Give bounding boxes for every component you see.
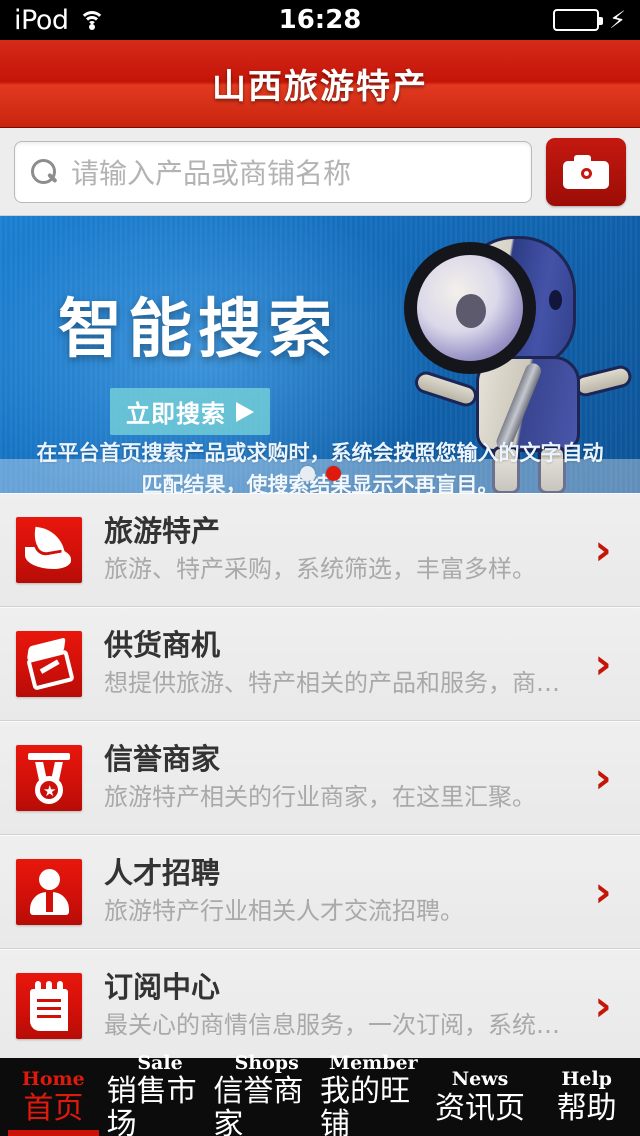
list-item[interactable]: 供货商机 想提供旅游、特产相关的产品和服务，商… › bbox=[0, 607, 640, 721]
clock-label: 16:28 bbox=[278, 5, 362, 35]
tab-news-en: News bbox=[451, 1068, 509, 1091]
category-list: 旅游特产 旅游、特产采购，系统筛选，丰富多样。 › 供货商机 想提供旅游、特产相… bbox=[0, 493, 640, 1063]
search-bar: 请输入产品或商铺名称 bbox=[0, 128, 640, 216]
list-item-text: 旅游特产 旅游、特产采购，系统筛选，丰富多样。 bbox=[104, 513, 576, 584]
box-icon bbox=[16, 630, 82, 697]
tab-help-en: Help bbox=[561, 1068, 612, 1091]
list-item-text: 人才招聘 旅游特产行业相关人才交流招聘。 bbox=[104, 855, 576, 926]
status-right: ⚡ bbox=[553, 8, 626, 32]
banner-title: 智能搜索 bbox=[58, 293, 338, 367]
bottom-tab-bar: Home 首页 Sale 销售市场 Shops 信誉商家 Member 我的旺铺… bbox=[0, 1052, 640, 1136]
tab-member-cn: 我的旺铺 bbox=[320, 1074, 411, 1136]
notepad-icon bbox=[16, 972, 82, 1039]
banner-dot-1[interactable] bbox=[299, 466, 315, 481]
banner-cta-button[interactable]: 立即搜索 bbox=[110, 388, 270, 435]
list-item-subtitle: 旅游特产行业相关人才交流招聘。 bbox=[104, 897, 464, 926]
leaf-icon bbox=[16, 516, 82, 583]
tab-help-cn: 帮助 bbox=[556, 1090, 617, 1126]
list-item-text: 信誉商家 旅游特产相关的行业商家，在这里汇聚。 bbox=[104, 741, 576, 812]
arrow-right-icon bbox=[236, 401, 254, 422]
tab-home[interactable]: Home 首页 bbox=[0, 1058, 107, 1136]
chevron-right-icon: › bbox=[594, 980, 612, 1030]
list-item[interactable]: 旅游特产 旅游、特产采购，系统筛选，丰富多样。 › bbox=[0, 493, 640, 607]
app-header: 山西旅游特产 bbox=[0, 40, 640, 128]
search-input[interactable]: 请输入产品或商铺名称 bbox=[14, 140, 532, 203]
camera-icon bbox=[563, 154, 609, 189]
tab-news[interactable]: News 资讯页 bbox=[427, 1058, 534, 1136]
camera-search-button[interactable] bbox=[546, 137, 626, 206]
banner-page-dots bbox=[0, 466, 640, 481]
tab-home-en: Home bbox=[21, 1068, 85, 1091]
tab-member-en: Member bbox=[329, 1051, 418, 1074]
tab-sale-cn: 销售市场 bbox=[106, 1074, 197, 1136]
list-item[interactable]: 订阅中心 最关心的商情信息服务，一次订阅，系统… › bbox=[0, 949, 640, 1063]
chevron-right-icon: › bbox=[594, 524, 612, 574]
search-icon bbox=[31, 158, 57, 185]
tab-sale-en: Sale bbox=[137, 1051, 183, 1074]
page-title: 山西旅游特产 bbox=[212, 67, 428, 107]
list-item-text: 订阅中心 最关心的商情信息服务，一次订阅，系统… bbox=[104, 969, 576, 1040]
list-item-title: 供货商机 bbox=[104, 627, 221, 662]
list-item[interactable]: ★ 信誉商家 旅游特产相关的行业商家，在这里汇聚。 › bbox=[0, 721, 640, 835]
status-bar: iPod 16:28 ⚡ bbox=[0, 0, 640, 40]
tab-shops-en: Shops bbox=[234, 1051, 299, 1074]
list-item-title: 人才招聘 bbox=[104, 855, 221, 890]
chevron-right-icon: › bbox=[594, 752, 612, 802]
tab-member[interactable]: Member 我的旺铺 bbox=[320, 1052, 427, 1136]
user-icon bbox=[16, 858, 82, 925]
list-item-subtitle: 想提供旅游、特产相关的产品和服务，商… bbox=[104, 669, 560, 698]
tab-news-cn: 资讯页 bbox=[435, 1090, 526, 1126]
list-item-text: 供货商机 想提供旅游、特产相关的产品和服务，商… bbox=[104, 627, 576, 698]
banner-cta-label: 立即搜索 bbox=[126, 400, 226, 428]
tab-active-indicator bbox=[8, 1130, 99, 1136]
list-item-subtitle: 旅游、特产采购，系统筛选，丰富多样。 bbox=[104, 555, 536, 584]
list-item-title: 信誉商家 bbox=[104, 741, 221, 776]
banner-dot-2-active[interactable] bbox=[325, 466, 341, 481]
charging-bolt-icon: ⚡ bbox=[609, 6, 626, 34]
list-item[interactable]: 人才招聘 旅游特产行业相关人才交流招聘。 › bbox=[0, 835, 640, 949]
tab-shops-cn: 信誉商家 bbox=[213, 1074, 304, 1136]
search-placeholder: 请输入产品或商铺名称 bbox=[71, 156, 352, 190]
chevron-right-icon: › bbox=[594, 866, 612, 916]
medal-icon: ★ bbox=[16, 744, 82, 811]
list-item-subtitle: 最关心的商情信息服务，一次订阅，系统… bbox=[104, 1011, 560, 1040]
list-item-title: 订阅中心 bbox=[104, 969, 221, 1004]
tab-help[interactable]: Help 帮助 bbox=[533, 1058, 640, 1136]
list-item-subtitle: 旅游特产相关的行业商家，在这里汇聚。 bbox=[104, 783, 536, 812]
tab-sale[interactable]: Sale 销售市场 bbox=[106, 1052, 214, 1136]
tab-home-cn: 首页 bbox=[23, 1090, 84, 1126]
chevron-right-icon: › bbox=[594, 638, 612, 688]
list-item-title: 旅游特产 bbox=[104, 513, 221, 548]
battery-icon bbox=[553, 9, 604, 31]
tab-shops[interactable]: Shops 信誉商家 bbox=[213, 1052, 320, 1136]
app-screen: iPod 16:28 ⚡ 山西旅游特产 请输入产品或商铺名称 智能搜索 立即搜索… bbox=[0, 0, 640, 1136]
promo-banner[interactable]: 智能搜索 立即搜索 在平台首页搜索产品或求购时，系统会按照您输入的文字自动匹配结… bbox=[0, 216, 640, 493]
